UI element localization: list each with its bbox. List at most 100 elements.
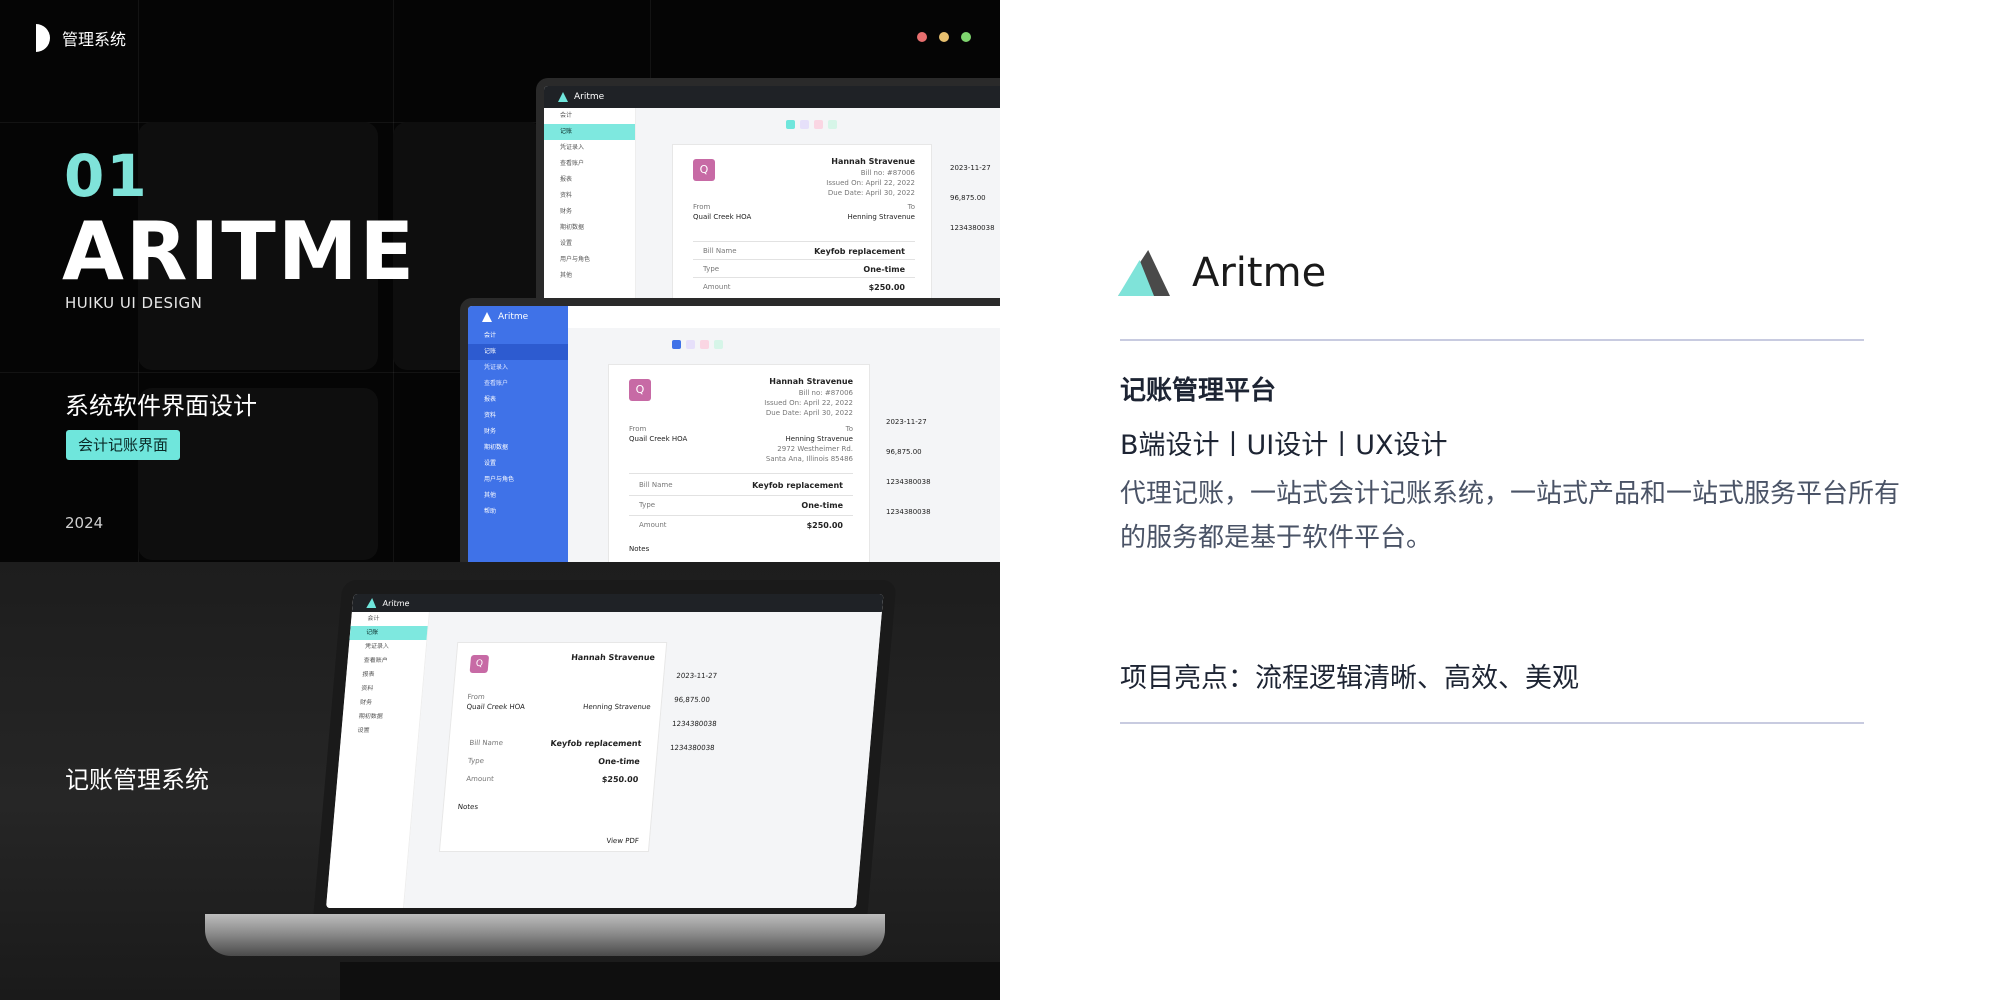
due-date: Due Date: April 30, 2022 <box>765 409 853 417</box>
to-label: To <box>845 425 853 433</box>
sidebar-item[interactable]: 设置 <box>468 456 568 472</box>
sidebar-item[interactable]: 财务 <box>343 696 421 710</box>
laptop-base <box>205 914 885 956</box>
laptop-frame: Aritme 会计 记账 凭证录入 查看账户 报表 资料 财务 期初数据 设置 … <box>313 580 897 916</box>
logo-text: Aritme <box>1192 250 1327 296</box>
sidebar-item[interactable]: 资料 <box>468 408 568 424</box>
grid-line <box>0 372 460 373</box>
issued-date: Issued On: April 22, 2022 <box>764 399 853 407</box>
sidebar-item[interactable]: 资料 <box>345 682 423 696</box>
sidebar-item[interactable]: 其他 <box>544 268 635 284</box>
to-address-1: 2972 Westheimer Rd. <box>777 445 853 453</box>
sidebar-item[interactable]: 帮助 <box>468 504 568 520</box>
sidebar-item[interactable]: 凭证录入 <box>544 140 635 156</box>
account-field-value[interactable]: 1234380038 <box>950 224 995 232</box>
divider-bottom <box>1120 722 1864 724</box>
date-field-value[interactable]: 2023-11-27 <box>676 672 717 680</box>
account-field-value-2[interactable]: 1234380038 <box>670 744 715 752</box>
from-label: From <box>629 425 647 433</box>
minimize-dot-icon[interactable] <box>939 32 949 42</box>
color-chip[interactable] <box>814 120 823 129</box>
from-label: From <box>467 693 486 701</box>
account-field-value[interactable]: 1234380038 <box>886 478 931 486</box>
sidebar-item[interactable]: 会计 <box>544 108 635 124</box>
date-field-value[interactable]: 2023-11-27 <box>950 164 991 172</box>
brand: 管理系统 <box>36 24 126 52</box>
to-address-2: Santa Ana, Illinois 85486 <box>765 455 853 463</box>
sidebar-item[interactable]: 期初数据 <box>544 220 635 236</box>
sidebar-item[interactable]: 会计 <box>468 328 568 344</box>
amount-field-value[interactable]: 96,875.00 <box>950 194 986 202</box>
mockup-sidebar: 会计 记账 凭证录入 查看账户 报表 资料 财务 期初数据 设置 用户与角色 其… <box>544 108 636 298</box>
divider <box>693 277 915 278</box>
customer-badge: Q <box>469 655 490 673</box>
sidebar-item[interactable]: 查看账户 <box>468 376 568 392</box>
to-name: Henning Stravenue <box>847 213 915 221</box>
from-name: Quail Creek HOA <box>629 435 688 443</box>
color-chip[interactable] <box>672 340 681 349</box>
divider <box>629 473 853 474</box>
sidebar-item[interactable]: 会计 <box>351 612 429 626</box>
customer-name: Hannah Stravenue <box>769 377 853 386</box>
invoice-card: Q Hannah Stravenue Bill no: #87006 Issue… <box>672 144 932 298</box>
sidebar-item[interactable]: 财务 <box>468 424 568 440</box>
color-chip[interactable] <box>828 120 837 129</box>
bill-name-label: Bill Name <box>639 481 673 489</box>
grid-line <box>650 0 651 80</box>
sidebar-item[interactable]: 其他 <box>468 488 568 504</box>
system-name: 记账管理系统 <box>65 766 209 794</box>
customer-name: Hannah Stravenue <box>831 157 915 166</box>
divider <box>629 495 853 496</box>
type-value: One-time <box>801 501 843 510</box>
system-title: 系统软件界面设计 <box>65 392 257 420</box>
design-tags: B端设计丨UI设计丨UX设计 <box>1120 430 1448 461</box>
sidebar-item[interactable]: 用户与角色 <box>544 252 635 268</box>
color-chip[interactable] <box>686 340 695 349</box>
color-chip[interactable] <box>700 340 709 349</box>
sidebar-item[interactable]: 设置 <box>341 724 419 738</box>
amount-field-value[interactable]: 96,875.00 <box>886 448 922 456</box>
sidebar-item[interactable]: 用户与角色 <box>468 472 568 488</box>
sidebar-item[interactable]: 报表 <box>346 668 424 682</box>
sidebar-item-active[interactable]: 记账 <box>468 344 568 360</box>
sidebar-item-active[interactable]: 记账 <box>349 626 428 640</box>
sidebar-item[interactable]: 资料 <box>544 188 635 204</box>
color-chip[interactable] <box>800 120 809 129</box>
amount-field-value[interactable]: 96,875.00 <box>674 696 710 704</box>
sidebar-item[interactable]: 期初数据 <box>468 440 568 456</box>
close-dot-icon[interactable] <box>917 32 927 42</box>
sidebar-item[interactable]: 设置 <box>544 236 635 252</box>
color-chip[interactable] <box>786 120 795 129</box>
sidebar-item[interactable]: 查看账户 <box>347 654 425 668</box>
mockup-titlebar: Aritme <box>351 594 884 612</box>
mockup-app-name: Aritme <box>382 598 410 608</box>
account-field-value-2[interactable]: 1234380038 <box>886 508 931 516</box>
sidebar-item[interactable]: 财务 <box>544 204 635 220</box>
invoice-card: Q Hannah Stravenue From Quail Creek HOA … <box>438 642 668 852</box>
mockup-window-top: Aritme 会计 记账 凭证录入 查看账户 报表 资料 财务 期初数据 设置 … <box>536 78 1000 298</box>
to-label: To <box>907 203 915 211</box>
color-chip[interactable] <box>714 340 723 349</box>
issued-date: Issued On: April 22, 2022 <box>826 179 915 187</box>
view-pdf-button[interactable]: View PDF <box>606 837 639 845</box>
bill-name-label: Bill Name <box>469 739 504 747</box>
section-number: 01 <box>64 142 149 210</box>
maximize-dot-icon[interactable] <box>961 32 971 42</box>
account-field-value[interactable]: 1234380038 <box>672 720 717 728</box>
sidebar-item-active[interactable]: 记账 <box>544 124 635 140</box>
brand-text: 管理系统 <box>62 30 127 49</box>
mockup-window-middle: Aritme 会计 记账 凭证录入 查看账户 报表 资料 财务 期初数据 设置 … <box>460 298 1000 562</box>
date-field-value[interactable]: 2023-11-27 <box>886 418 927 426</box>
mockup-main: Q Hannah Stravenue Bill no: #87006 Issue… <box>636 108 1000 298</box>
sidebar-item[interactable]: 期初数据 <box>342 710 420 724</box>
amount-value: $250.00 <box>601 775 639 784</box>
sidebar-item[interactable]: 报表 <box>468 392 568 408</box>
sidebar-item[interactable]: 报表 <box>544 172 635 188</box>
sidebar-item[interactable]: 凭证录入 <box>468 360 568 376</box>
sidebar-item[interactable]: 凭证录入 <box>348 640 426 654</box>
display-shelf <box>340 962 1000 1000</box>
mockup-main: Q Hannah Stravenue From Quail Creek HOA … <box>404 612 882 908</box>
type-value: One-time <box>597 757 641 766</box>
to-name: Henning Stravenue <box>785 435 853 443</box>
sidebar-item[interactable]: 查看账户 <box>544 156 635 172</box>
